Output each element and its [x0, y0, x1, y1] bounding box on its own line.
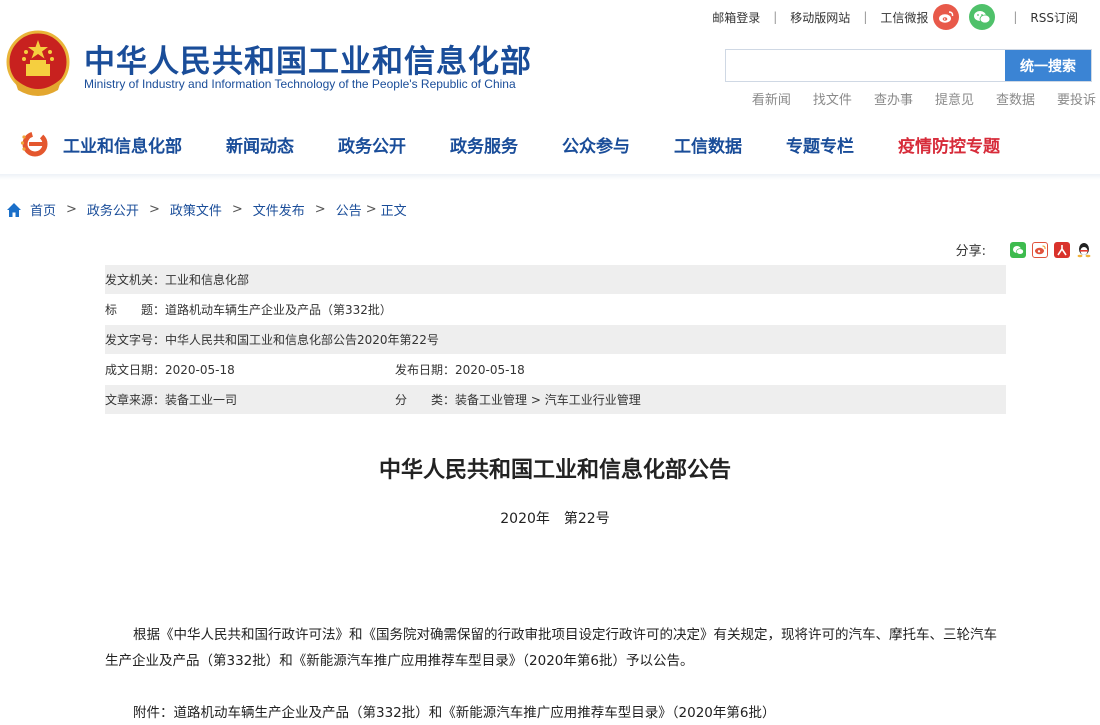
home-icon: [7, 202, 21, 217]
nav-item-ministry[interactable]: 工业和信息化部: [63, 132, 182, 157]
published-label: 发布日期：: [395, 363, 456, 377]
qq-share-icon[interactable]: [1076, 241, 1092, 258]
quicklink-services[interactable]: 查办事: [874, 89, 913, 108]
nav-item-public-participation[interactable]: 公众参与: [562, 132, 630, 157]
quicklink-suggest[interactable]: 提意见: [935, 89, 974, 108]
divider: |: [773, 10, 778, 24]
article-number: 2020年 第22号: [500, 511, 610, 527]
nav-item-epidemic[interactable]: 疫情防控专题: [898, 132, 1000, 157]
issuer-label: 发文机关：: [105, 273, 166, 287]
info-row-title: 标 题： 道路机动车辆生产企业及产品（第332批）: [105, 295, 1006, 325]
breadcrumb-separator: >: [66, 202, 77, 217]
published-value: 2020-05-18: [455, 362, 525, 377]
source-label: 文章来源：: [105, 393, 166, 407]
unified-search-button[interactable]: 统一搜索: [1005, 50, 1091, 81]
info-row-dates: 成文日期： 2020-05-18 发布日期： 2020-05-18: [105, 355, 1006, 385]
category-label: 分 类：: [395, 393, 456, 407]
breadcrumb-announcement[interactable]: 公告: [336, 200, 362, 219]
nav-item-data[interactable]: 工信数据: [674, 132, 742, 157]
created-value: 2020-05-18: [165, 362, 235, 377]
quicklink-news[interactable]: 看新闻: [752, 89, 791, 108]
renren-share-icon[interactable]: [1054, 241, 1070, 258]
quicklink-data[interactable]: 查数据: [996, 89, 1035, 108]
ministry-logo-icon[interactable]: [20, 129, 50, 159]
nav-item-news[interactable]: 新闻动态: [226, 132, 294, 157]
divider: |: [1013, 10, 1018, 24]
weibo-icon[interactable]: [933, 4, 960, 30]
article-paragraph: 根据《中华人民共和国行政许可法》和《国务院对确需保留的行政审批项目设定行政许可的…: [105, 627, 997, 669]
search-input[interactable]: [726, 50, 1005, 81]
source-value: 装备工业一司: [165, 393, 238, 407]
site-title[interactable]: 中华人民共和国工业和信息化部: [84, 36, 532, 81]
breadcrumb-gov-affairs[interactable]: 政务公开: [87, 200, 139, 219]
quicklink-complaint[interactable]: 要投诉: [1057, 89, 1096, 108]
article-title: 中华人民共和国工业和信息化部公告: [378, 458, 731, 483]
search-bar: 统一搜索: [725, 49, 1092, 82]
national-emblem-icon[interactable]: [6, 30, 70, 98]
info-row-source: 文章来源： 装备工业一司 分 类： 装备工业管理 > 汽车工业行业管理: [105, 385, 1006, 415]
nav-items: 工业和信息化部 新闻动态 政务公开 政务服务 公众参与 工信数据 专题专栏 疫情…: [63, 120, 1044, 168]
title-value: 道路机动车辆生产企业及产品（第332批）: [165, 303, 392, 317]
divider: |: [863, 10, 868, 24]
docno-value: 中华人民共和国工业和信息化部公告2020年第22号: [165, 333, 439, 347]
source-cell: 文章来源： 装备工业一司: [105, 391, 395, 408]
info-row-issuer: 发文机关： 工业和信息化部: [105, 265, 1006, 295]
top-links: 邮箱登录 | 移动版网站 | 工信微报 | RSS订阅: [712, 4, 1078, 30]
breadcrumb-file-release[interactable]: 文件发布: [253, 200, 305, 219]
breadcrumb-policy-files[interactable]: 政策文件: [170, 200, 222, 219]
site-header: 中华人民共和国工业和信息化部 Ministry of Industry and …: [0, 0, 1100, 110]
docno-label: 发文字号：: [105, 333, 166, 347]
breadcrumb-current: 正文: [380, 204, 407, 219]
wechat-icon[interactable]: [969, 4, 996, 30]
mail-login-link[interactable]: 邮箱登录: [712, 9, 760, 26]
issuer-value: 工业和信息化部: [165, 273, 250, 287]
published-date-cell: 发布日期： 2020-05-18: [395, 361, 525, 378]
nav-item-gov-services[interactable]: 政务服务: [450, 132, 518, 157]
main-nav: 工业和信息化部 新闻动态 政务公开 政务服务 公众参与 工信数据 专题专栏 疫情…: [0, 120, 1100, 168]
site-subtitle: Ministry of Industry and Information Tec…: [84, 77, 516, 91]
document-info-table: 发文机关： 工业和信息化部 标 题： 道路机动车辆生产企业及产品（第332批） …: [105, 265, 1006, 415]
breadcrumb: 首页 > 政务公开 > 政策文件 > 文件发布 > 公告 > 正文: [6, 200, 407, 219]
breadcrumb-separator: >: [148, 202, 160, 217]
share-label: 分享:: [955, 244, 986, 259]
wechat-share-icon[interactable]: [1010, 241, 1026, 258]
weibo-report-link[interactable]: 工信微报: [880, 9, 928, 26]
info-row-docno: 发文字号： 中华人民共和国工业和信息化部公告2020年第22号: [105, 325, 1006, 355]
breadcrumb-home[interactable]: 首页: [30, 200, 56, 219]
title-label: 标 题：: [105, 303, 166, 317]
nav-item-special-topics[interactable]: 专题专栏: [786, 132, 854, 157]
category-value[interactable]: 装备工业管理 > 汽车工业行业管理: [455, 391, 641, 408]
nav-item-gov-affairs[interactable]: 政务公开: [338, 132, 406, 157]
mobile-site-link[interactable]: 移动版网站: [790, 9, 850, 26]
breadcrumb-separator: >: [314, 202, 326, 217]
rss-link[interactable]: RSS订阅: [1030, 9, 1078, 26]
quick-links: 看新闻 找文件 查办事 提意见 查数据 要投诉: [730, 89, 1096, 108]
quicklink-files[interactable]: 找文件: [813, 89, 852, 108]
created-label: 成文日期：: [105, 363, 166, 377]
category-cell: 分 类： 装备工业管理 > 汽车工业行业管理: [395, 391, 641, 408]
created-date-cell: 成文日期： 2020-05-18: [105, 361, 395, 378]
weibo-share-icon[interactable]: [1032, 241, 1048, 258]
breadcrumb-separator: >: [365, 202, 377, 217]
share-bar: 分享:: [956, 240, 1092, 259]
breadcrumb-separator: >: [231, 202, 243, 217]
nav-divider: [0, 174, 1100, 180]
attachment-link[interactable]: 附件：道路机动车辆生产企业及产品（第332批）和《新能源汽车推广应用推荐车型目录…: [133, 701, 775, 721]
